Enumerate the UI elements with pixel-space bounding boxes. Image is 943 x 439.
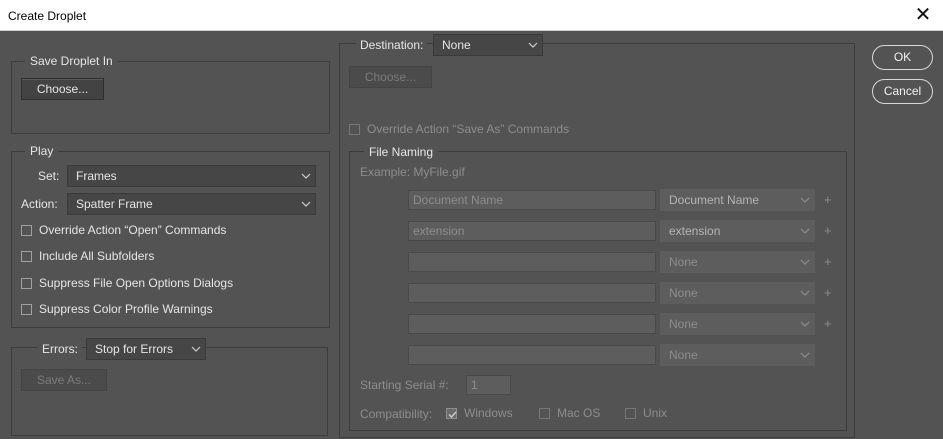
compat-unix-checkbox[interactable] bbox=[625, 408, 636, 419]
add-naming-row-1-button[interactable]: + bbox=[824, 193, 832, 207]
save-droplet-legend: Save Droplet In bbox=[25, 54, 118, 68]
save-as-button[interactable]: Save As... bbox=[21, 369, 107, 391]
errors-select-value: Stop for Errors bbox=[95, 342, 174, 356]
override-open-checkbox[interactable] bbox=[21, 225, 32, 236]
chevron-down-icon bbox=[800, 259, 810, 265]
add-naming-row-2-button[interactable]: + bbox=[824, 224, 832, 238]
chevron-down-icon bbox=[800, 321, 810, 327]
naming-select-3-value: None bbox=[669, 255, 698, 269]
cancel-button[interactable]: Cancel bbox=[872, 79, 933, 104]
action-select-value: Spatter Frame bbox=[76, 197, 153, 211]
suppress-color-warnings-label: Suppress Color Profile Warnings bbox=[39, 302, 213, 316]
add-naming-row-5-button[interactable]: + bbox=[824, 317, 832, 331]
add-naming-row-4-button[interactable]: + bbox=[824, 286, 832, 300]
ok-button[interactable]: OK bbox=[872, 45, 933, 70]
override-open-label: Override Action “Open” Commands bbox=[39, 223, 227, 237]
checkmark-icon bbox=[448, 411, 457, 419]
add-naming-row-3-button[interactable]: + bbox=[824, 255, 832, 269]
chevron-down-icon bbox=[800, 352, 810, 358]
compat-mac-checkbox[interactable] bbox=[539, 408, 550, 419]
naming-select-6[interactable]: None bbox=[660, 344, 815, 366]
file-naming-legend: File Naming bbox=[364, 145, 439, 159]
naming-select-2-value: extension bbox=[669, 224, 721, 238]
chevron-down-icon bbox=[301, 201, 311, 207]
naming-select-1[interactable]: Document Name bbox=[660, 189, 815, 211]
set-select[interactable]: Frames bbox=[67, 165, 316, 187]
file-naming-example: Example: MyFile.gif bbox=[360, 165, 465, 179]
action-select[interactable]: Spatter Frame bbox=[67, 193, 316, 215]
chevron-down-icon bbox=[800, 228, 810, 234]
include-subfolders-checkbox[interactable] bbox=[21, 251, 32, 262]
starting-serial-label: Starting Serial #: bbox=[360, 378, 449, 392]
window-title: Create Droplet bbox=[8, 9, 87, 23]
play-legend: Play bbox=[25, 144, 59, 158]
naming-field-3[interactable] bbox=[408, 252, 656, 272]
naming-select-2[interactable]: extension bbox=[660, 220, 815, 242]
naming-select-4-value: None bbox=[669, 286, 698, 300]
close-icon[interactable]: ✕ bbox=[911, 3, 935, 27]
suppress-open-options-label: Suppress File Open Options Dialogs bbox=[39, 276, 234, 290]
title-bar: Create Droplet ✕ bbox=[0, 0, 943, 31]
naming-select-5-value: None bbox=[669, 317, 698, 331]
starting-serial-input[interactable]: 1 bbox=[466, 375, 511, 395]
naming-field-4[interactable] bbox=[408, 283, 656, 303]
chevron-down-icon bbox=[800, 197, 810, 203]
set-label: Set: bbox=[38, 169, 60, 183]
compat-mac-label: Mac OS bbox=[557, 406, 601, 420]
set-select-value: Frames bbox=[76, 169, 117, 183]
naming-field-1[interactable]: Document Name bbox=[408, 190, 656, 210]
suppress-color-warnings-checkbox[interactable] bbox=[21, 304, 32, 315]
compat-windows-label: Windows bbox=[464, 406, 513, 420]
naming-select-4[interactable]: None bbox=[660, 282, 815, 304]
chevron-down-icon bbox=[301, 173, 311, 179]
chevron-down-icon bbox=[191, 346, 201, 352]
compat-unix-label: Unix bbox=[643, 406, 668, 420]
naming-select-5[interactable]: None bbox=[660, 313, 815, 335]
save-droplet-choose-button[interactable]: Choose... bbox=[21, 78, 104, 100]
errors-legend: Errors: bbox=[38, 342, 82, 356]
destination-select-value: None bbox=[442, 38, 471, 52]
include-subfolders-label: Include All Subfolders bbox=[39, 249, 155, 263]
action-label: Action: bbox=[21, 197, 58, 211]
errors-group bbox=[11, 347, 328, 436]
naming-field-5[interactable] bbox=[408, 314, 656, 334]
destination-select[interactable]: None bbox=[433, 34, 543, 56]
override-save-as-checkbox[interactable] bbox=[349, 124, 360, 135]
naming-field-2[interactable]: extension bbox=[408, 221, 656, 241]
suppress-open-options-checkbox[interactable] bbox=[21, 278, 32, 289]
chevron-down-icon bbox=[800, 290, 810, 296]
override-save-as-label: Override Action “Save As” Commands bbox=[367, 122, 570, 136]
naming-field-6[interactable] bbox=[408, 345, 656, 365]
naming-select-1-value: Document Name bbox=[669, 193, 760, 207]
compatibility-label: Compatibility: bbox=[360, 407, 433, 421]
naming-select-3[interactable]: None bbox=[660, 251, 815, 273]
naming-select-6-value: None bbox=[669, 348, 698, 362]
chevron-down-icon bbox=[528, 42, 538, 48]
compat-windows-checkbox[interactable] bbox=[446, 408, 457, 419]
destination-choose-button[interactable]: Choose... bbox=[349, 66, 432, 88]
destination-legend: Destination: bbox=[356, 38, 428, 52]
errors-select[interactable]: Stop for Errors bbox=[86, 338, 206, 360]
